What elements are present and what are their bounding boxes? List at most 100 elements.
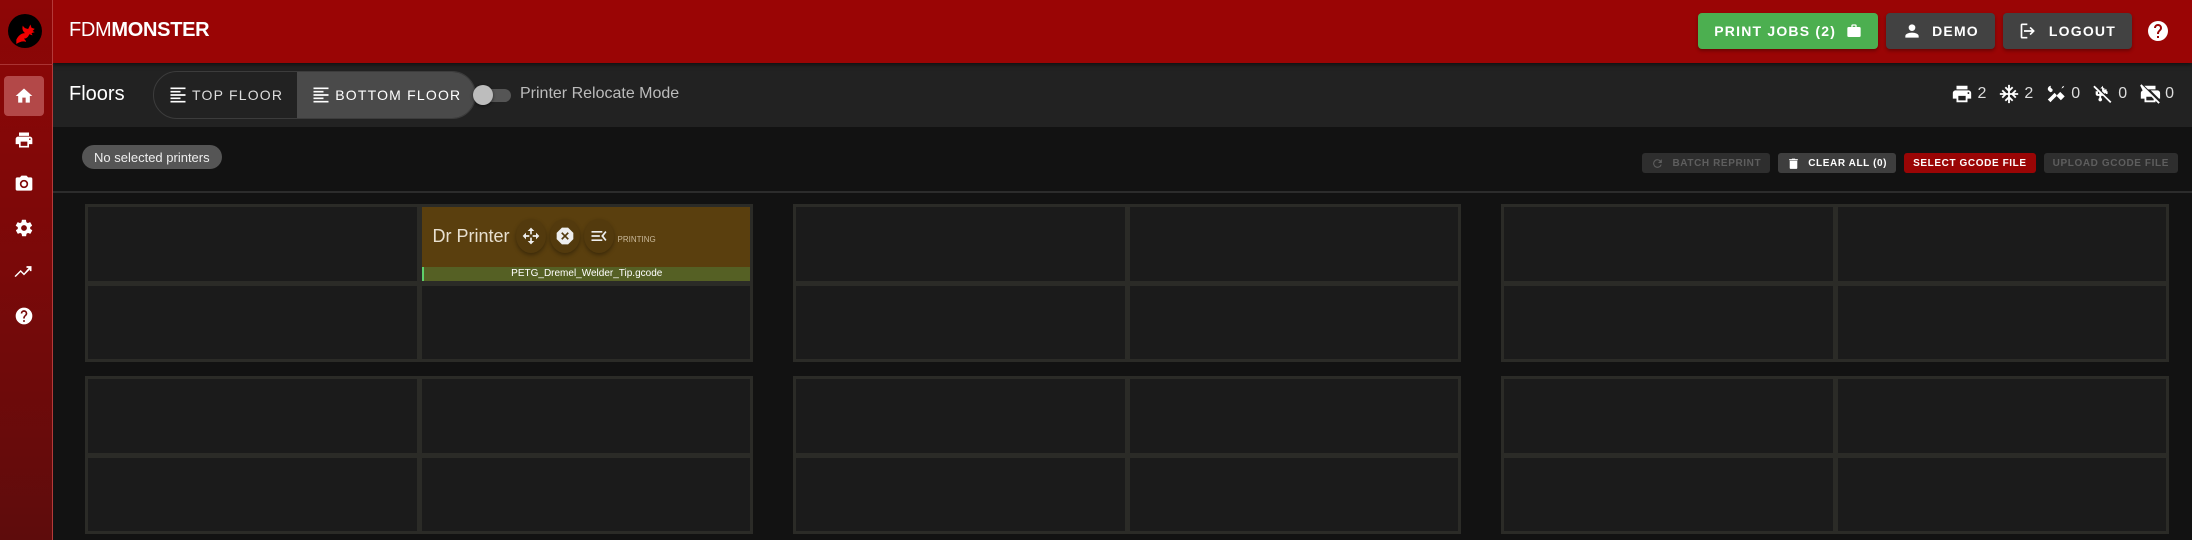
brand-title: FDMMONSTER xyxy=(69,19,210,42)
printer-tile[interactable]: Dr Printer PRINTING PETG_Dremel_Welder_T… xyxy=(420,206,751,282)
printer-job-file: PETG_Dremel_Welder_Tip.gcode xyxy=(421,266,750,281)
help-circle-icon xyxy=(15,307,33,325)
help-button[interactable] xyxy=(2140,13,2176,49)
printer-slot-empty[interactable] xyxy=(420,378,751,454)
chart-line-icon xyxy=(14,266,32,277)
printer-stop-button[interactable] xyxy=(549,219,580,253)
sidebar-item-settings[interactable] xyxy=(4,208,44,248)
printer-state-label: PRINTING xyxy=(617,235,656,244)
selected-printers-chip[interactable]: No selected printers xyxy=(82,145,222,169)
gear-icon xyxy=(15,219,33,237)
stat-value: 2 xyxy=(1977,85,1987,102)
logout-button[interactable]: LOGOUT xyxy=(2002,13,2132,49)
stop-octagon-icon xyxy=(556,227,573,245)
printer-slot-empty[interactable] xyxy=(420,284,751,360)
printer-menu-button[interactable] xyxy=(583,219,614,253)
brand-bold: MONSTER xyxy=(111,19,210,41)
sidebar-item-statistics[interactable] xyxy=(4,252,44,292)
stat-disconnected: 0 xyxy=(2092,83,2127,105)
format-align-left-icon xyxy=(170,87,186,103)
switch-thumb xyxy=(473,85,493,105)
menu-open-icon xyxy=(591,231,606,241)
print-jobs-label: PRINT JOBS (2) xyxy=(1714,23,1837,39)
printer-group xyxy=(85,376,753,534)
printer-off-icon xyxy=(2140,84,2161,104)
printer-slot-empty[interactable] xyxy=(1128,378,1459,454)
floor-tab-label: TOP FLOOR xyxy=(192,87,284,103)
top-app-bar: FDMMONSTER PRINT JOBS (2) DEMO LOGOUT xyxy=(53,0,2192,63)
upload-gcode-label: UPLOAD GCODE FILE xyxy=(2052,157,2169,169)
stat-value: 0 xyxy=(2165,85,2174,102)
printer-slot-empty[interactable] xyxy=(795,206,1126,282)
briefcase-icon xyxy=(1847,24,1861,37)
printer-slot-empty[interactable] xyxy=(1503,378,1834,454)
printer-icon xyxy=(1953,85,1972,103)
printer-slot-empty[interactable] xyxy=(795,456,1126,532)
trash-icon xyxy=(1789,158,1799,169)
printer-group xyxy=(793,376,1461,534)
sidebar-item-help[interactable] xyxy=(4,296,44,336)
user-button[interactable]: DEMO xyxy=(1886,13,1995,49)
printer-slot-empty[interactable] xyxy=(1128,284,1459,360)
floors-title: Floors xyxy=(69,83,125,105)
floor-tab-label: BOTTOM FLOOR xyxy=(335,87,462,103)
sidebar-item-printers[interactable] xyxy=(4,120,44,160)
sidebar-divider xyxy=(0,64,53,65)
printer-slot-empty[interactable] xyxy=(87,456,418,532)
printer-drag-handle[interactable] xyxy=(515,219,546,253)
floor-tab-bottom-floor[interactable]: BOTTOM FLOOR xyxy=(297,72,476,118)
floor-tab-top-floor[interactable]: TOP FLOOR xyxy=(154,72,297,118)
stat-value: 2 xyxy=(2024,85,2034,102)
batch-actions: BATCH REPRINT CLEAR ALL (0) SELECT GCODE… xyxy=(1642,153,2178,173)
top-actions: PRINT JOBS (2) DEMO LOGOUT xyxy=(1698,13,2176,49)
printer-grid: Dr Printer PRINTING PETG_Dremel_Welder_T… xyxy=(53,195,2192,540)
logout-icon xyxy=(2020,23,2035,39)
batch-reprint-label: BATCH REPRINT xyxy=(1672,157,1762,169)
upload-gcode-file-button[interactable]: UPLOAD GCODE FILE xyxy=(2043,153,2178,173)
print-jobs-button[interactable]: PRINT JOBS (2) xyxy=(1698,13,1879,49)
format-align-left-icon xyxy=(313,87,329,103)
stat-disabled: 0 xyxy=(2139,83,2174,105)
clear-all-button[interactable]: CLEAR ALL (0) xyxy=(1778,153,1897,173)
usb-off-icon xyxy=(2093,85,2112,103)
home-icon xyxy=(15,88,33,103)
printer-group xyxy=(793,204,1461,362)
printer-slot-empty[interactable] xyxy=(1128,456,1459,532)
printer-group xyxy=(1501,376,2169,534)
printer-slot-empty[interactable] xyxy=(1836,378,2167,454)
sidebar-item-home[interactable] xyxy=(4,76,44,116)
sidebar xyxy=(0,0,53,540)
stat-idle: 2 xyxy=(1998,83,2033,105)
brand-light: FDM xyxy=(69,19,112,41)
printer-icon xyxy=(15,132,33,148)
printer-slot-empty[interactable] xyxy=(87,378,418,454)
sidebar-item-cameras[interactable] xyxy=(4,164,44,204)
printer-slot-empty[interactable] xyxy=(795,284,1126,360)
printer-slot-empty[interactable] xyxy=(1836,206,2167,282)
snowflake-icon xyxy=(2000,84,2019,104)
printer-slot-empty[interactable] xyxy=(87,206,418,282)
printer-group: Dr Printer PRINTING PETG_Dremel_Welder_T… xyxy=(85,204,753,362)
printer-slot-empty[interactable] xyxy=(795,378,1126,454)
printer-stats: 2 2 0 0 0 xyxy=(1945,83,2174,105)
selection-toolbar: No selected printers BATCH REPRINT CLEAR… xyxy=(53,127,2192,193)
printer-slot-empty[interactable] xyxy=(1503,456,1834,532)
printer-slot-empty[interactable] xyxy=(87,284,418,360)
printer-slot-empty[interactable] xyxy=(1503,284,1834,360)
select-gcode-file-button[interactable]: SELECT GCODE FILE xyxy=(1904,153,2036,173)
help-circle-icon xyxy=(2148,21,2168,41)
app-logo[interactable] xyxy=(8,14,42,48)
printer-relocate-toggle[interactable] xyxy=(473,85,513,105)
move-arrows-icon xyxy=(522,227,539,245)
printer-slot-empty[interactable] xyxy=(1503,206,1834,282)
printer-slot-empty[interactable] xyxy=(1128,206,1459,282)
clear-all-label: CLEAR ALL (0) xyxy=(1808,157,1888,169)
batch-reprint-button[interactable]: BATCH REPRINT xyxy=(1642,153,1771,173)
user-label: DEMO xyxy=(1932,23,1979,39)
refresh-icon xyxy=(1653,158,1663,168)
printer-slot-empty[interactable] xyxy=(1836,284,2167,360)
printer-slot-empty[interactable] xyxy=(420,456,751,532)
printer-slot-empty[interactable] xyxy=(1836,456,2167,532)
camera-icon xyxy=(15,175,33,191)
logout-label: LOGOUT xyxy=(2048,23,2116,39)
